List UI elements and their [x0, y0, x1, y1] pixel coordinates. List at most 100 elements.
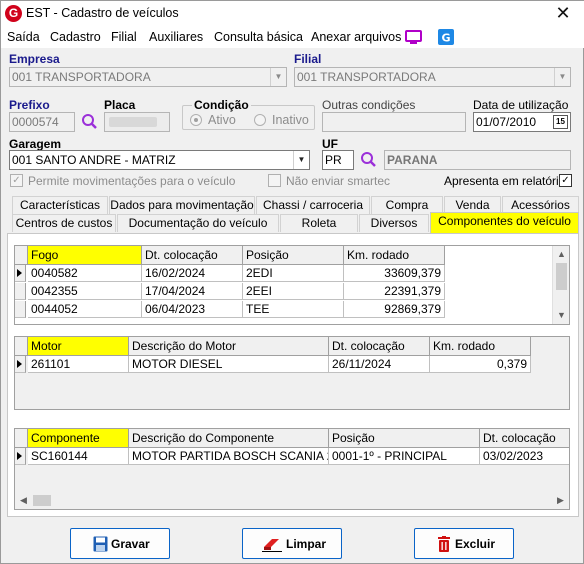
- excluir-button[interactable]: Excluir: [414, 528, 514, 559]
- table-cell[interactable]: 17/04/2024: [142, 283, 243, 300]
- menu-auxiliares[interactable]: Auxiliares: [149, 30, 203, 44]
- garagem-label: Garagem: [9, 137, 62, 151]
- table-cell[interactable]: 92869,379: [344, 301, 445, 318]
- title-bar: G EST - Cadastro de veículos ✕: [1, 1, 584, 27]
- main-window: G EST - Cadastro de veículos ✕ Saída Cad…: [0, 0, 584, 564]
- column-header[interactable]: Componente: [28, 429, 129, 448]
- tab-centros-custos[interactable]: Centros de custos: [12, 214, 116, 232]
- filial-select[interactable]: 001 TRANSPORTADORA ▼: [294, 67, 571, 87]
- table-cell[interactable]: 0042355: [28, 283, 142, 300]
- limpar-button[interactable]: Limpar: [242, 528, 342, 559]
- column-header[interactable]: Descrição do Componente: [129, 429, 329, 448]
- menu-bar: Saída Cadastro Filial Auxiliares Consult…: [1, 27, 584, 48]
- table-cell[interactable]: 0,379: [430, 356, 531, 373]
- column-header[interactable]: Posição: [329, 429, 480, 448]
- table-cell[interactable]: MOTOR PARTIDA BOSCH SCANIA 24 V: [129, 448, 329, 465]
- vertical-scrollbar[interactable]: ▲ ▼: [552, 246, 569, 324]
- table-cell[interactable]: 26/11/2024: [329, 356, 430, 373]
- column-header[interactable]: Km. rodado: [344, 246, 445, 265]
- table-cell[interactable]: 2EEI: [243, 283, 344, 300]
- nao-enviar-smartec-checkbox[interactable]: [268, 174, 281, 187]
- menu-cadastro[interactable]: Cadastro: [50, 30, 101, 44]
- tab-roleta[interactable]: Roleta: [280, 214, 358, 232]
- ativo-label: Ativo: [208, 113, 236, 127]
- prefixo-field[interactable]: 0000574: [9, 112, 75, 132]
- table-cell[interactable]: 2EDI: [243, 265, 344, 282]
- column-header[interactable]: Descrição do Motor: [129, 337, 329, 356]
- table-cell[interactable]: 22391,379: [344, 283, 445, 300]
- permite-movimentacoes-checkbox[interactable]: ✓: [10, 174, 23, 187]
- search-icon[interactable]: [360, 151, 377, 171]
- prefixo-label: Prefixo: [9, 98, 50, 112]
- monitor-icon[interactable]: [405, 30, 422, 48]
- menu-consulta-basica[interactable]: Consulta básica: [214, 30, 303, 44]
- column-header[interactable]: Km. rodado: [430, 337, 531, 356]
- menu-filial[interactable]: Filial: [111, 30, 137, 44]
- apresenta-relatorios-checkbox[interactable]: ✓: [559, 174, 572, 187]
- google-app-icon[interactable]: G: [438, 29, 454, 48]
- tab-dados-movimentacao[interactable]: Dados para movimentação: [109, 196, 255, 214]
- componente-grid: Componente Descrição do Componente Posiç…: [14, 428, 570, 510]
- tab-componentes-veiculo[interactable]: Componentes do veículo: [430, 212, 579, 234]
- apresenta-relatorios-label: Apresenta em relatórios: [444, 174, 572, 188]
- column-header[interactable]: Motor: [28, 337, 129, 356]
- column-header[interactable]: Dt. colocação: [329, 337, 430, 356]
- empresa-label: Empresa: [9, 52, 60, 66]
- table-cell[interactable]: 0040582: [28, 265, 142, 282]
- garagem-select[interactable]: 001 SANTO ANDRE - MATRIZ ▼: [9, 150, 310, 170]
- trash-icon: [437, 536, 451, 555]
- row-indicator: [15, 356, 26, 373]
- tab-caracteristicas[interactable]: Características: [12, 196, 108, 214]
- uf-field[interactable]: PR: [322, 150, 354, 170]
- data-utilizacao-field[interactable]: 01/07/2010 15: [473, 112, 571, 132]
- table-cell[interactable]: 33609,379: [344, 265, 445, 282]
- tab-chassi-carroceria[interactable]: Chassi / carroceria: [256, 196, 370, 214]
- tab-documentacao-veiculo[interactable]: Documentação do veículo: [117, 214, 279, 232]
- ativo-radio[interactable]: [190, 114, 202, 126]
- inativo-radio[interactable]: [254, 114, 266, 126]
- eraser-icon: [262, 537, 282, 555]
- svg-text:G: G: [441, 32, 450, 45]
- save-icon: [93, 536, 108, 555]
- table-cell[interactable]: TEE: [243, 301, 344, 318]
- chevron-left-icon[interactable]: ◀: [15, 492, 32, 509]
- search-icon[interactable]: [81, 113, 98, 133]
- scroll-thumb[interactable]: [33, 495, 51, 506]
- window-title: EST - Cadastro de veículos: [26, 6, 179, 20]
- column-header[interactable]: Dt. colocação: [142, 246, 243, 265]
- column-header[interactable]: Dt. colocação: [480, 429, 569, 448]
- scroll-thumb[interactable]: [556, 263, 567, 290]
- close-button[interactable]: ✕: [541, 1, 584, 27]
- blurred-plate: [109, 117, 157, 127]
- gravar-button[interactable]: Gravar: [70, 528, 170, 559]
- outras-condicoes-label: Outras condições: [322, 98, 416, 112]
- chevron-up-icon[interactable]: ▲: [553, 246, 569, 263]
- table-cell[interactable]: 16/02/2024: [142, 265, 243, 282]
- chevron-down-icon[interactable]: ▼: [270, 68, 286, 86]
- horizontal-scrollbar[interactable]: ◀ ▶: [15, 492, 569, 509]
- chevron-down-icon[interactable]: ▼: [293, 151, 309, 169]
- app-logo-icon: G: [5, 5, 22, 22]
- column-header[interactable]: Posição: [243, 246, 344, 265]
- excluir-label: Excluir: [455, 537, 496, 551]
- table-cell[interactable]: 0001-1º - PRINCIPAL: [329, 448, 480, 465]
- empresa-select[interactable]: 001 TRANSPORTADORA ▼: [9, 67, 287, 87]
- motor-grid: Motor Descrição do Motor Dt. colocação K…: [14, 336, 570, 410]
- placa-field[interactable]: [104, 112, 170, 132]
- table-cell[interactable]: MOTOR DIESEL: [129, 356, 329, 373]
- table-cell[interactable]: 0044052: [28, 301, 142, 318]
- chevron-down-icon[interactable]: ▼: [553, 307, 569, 324]
- menu-anexar-arquivos[interactable]: Anexar arquivos: [311, 30, 401, 44]
- calendar-icon[interactable]: 15: [553, 115, 568, 129]
- chevron-right-icon[interactable]: ▶: [552, 492, 569, 509]
- table-cell[interactable]: 03/02/2023: [480, 448, 569, 465]
- table-cell[interactable]: SC160144: [28, 448, 129, 465]
- tab-diversos[interactable]: Diversos: [359, 214, 429, 232]
- limpar-label: Limpar: [286, 537, 327, 551]
- chevron-down-icon[interactable]: ▼: [554, 68, 570, 86]
- menu-saida[interactable]: Saída: [7, 30, 40, 44]
- table-cell[interactable]: 06/04/2023: [142, 301, 243, 318]
- column-header[interactable]: Fogo: [28, 246, 142, 265]
- table-cell[interactable]: 261101: [28, 356, 129, 373]
- condicao-label: Condição: [192, 98, 251, 112]
